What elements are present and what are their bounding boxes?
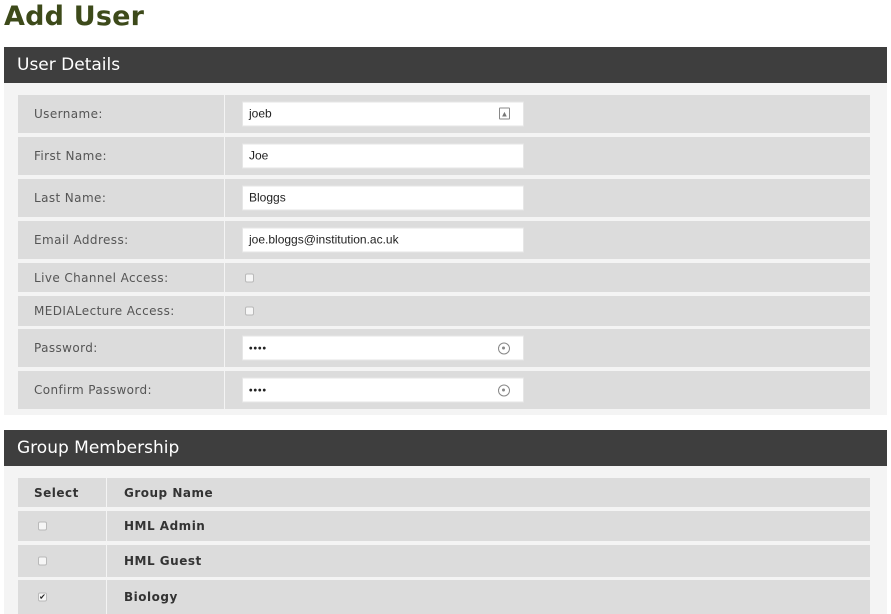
email-value: joe.bloggs@institution.ac.uk	[249, 232, 399, 247]
password-key-icon[interactable]	[498, 342, 510, 355]
page-title: Add User	[4, 1, 145, 32]
last-name-input[interactable]: Bloggs	[242, 185, 524, 211]
password-row: Password: ••••	[18, 329, 870, 367]
username-label: Username:	[18, 95, 225, 133]
group-membership-panel: Group Membership Select Group Name HML A…	[4, 430, 887, 614]
username-input[interactable]: joeb ▲	[242, 101, 524, 127]
table-row: HML Admin	[18, 511, 870, 541]
group-checkbox[interactable]	[38, 556, 47, 566]
email-row: Email Address: joe.bloggs@institution.ac…	[18, 221, 870, 259]
last-name-row: Last Name: Bloggs	[18, 179, 870, 217]
live-channel-row: Live Channel Access:	[18, 263, 870, 292]
password-input[interactable]: ••••	[242, 335, 524, 361]
user-details-header: User Details	[4, 47, 887, 83]
email-label: Email Address:	[18, 221, 225, 259]
live-channel-label: Live Channel Access:	[18, 263, 225, 292]
group-checkbox[interactable]	[38, 521, 47, 531]
username-row: Username: joeb ▲	[18, 95, 870, 133]
username-value: joeb	[249, 106, 272, 121]
select-column-header: Select	[34, 485, 79, 500]
medialecture-row: MEDIALecture Access:	[18, 296, 870, 326]
password-value: ••••	[249, 343, 268, 355]
group-name: HML Guest	[124, 554, 202, 568]
select-column-cell: Select	[18, 478, 107, 507]
group-name-column-header: Group Name	[124, 485, 214, 500]
select-cell	[18, 511, 107, 541]
table-row: ✔ Biology	[18, 580, 870, 614]
medialecture-label: MEDIALecture Access:	[18, 296, 225, 326]
group-checkbox[interactable]: ✔	[38, 592, 47, 602]
first-name-row: First Name: Joe	[18, 137, 870, 175]
last-name-value: Bloggs	[249, 190, 286, 205]
group-table-header: Select Group Name	[18, 478, 870, 507]
first-name-label: First Name:	[18, 137, 225, 175]
email-input[interactable]: joe.bloggs@institution.ac.uk	[242, 227, 524, 253]
confirm-password-label: Confirm Password:	[18, 371, 225, 409]
table-row: HML Guest	[18, 545, 870, 577]
password-label: Password:	[18, 329, 225, 367]
contact-card-icon[interactable]: ▲	[499, 107, 510, 120]
select-cell	[18, 545, 107, 577]
medialecture-checkbox[interactable]	[245, 306, 254, 316]
select-cell: ✔	[18, 580, 107, 614]
group-name: HML Admin	[124, 519, 206, 533]
confirm-password-value: ••••	[249, 385, 268, 397]
live-channel-checkbox[interactable]	[245, 273, 254, 282]
password-key-icon[interactable]	[498, 384, 510, 397]
confirm-password-input[interactable]: ••••	[242, 377, 524, 403]
first-name-input[interactable]: Joe	[242, 143, 524, 169]
first-name-value: Joe	[249, 148, 269, 163]
group-name: Biology	[124, 590, 178, 604]
group-membership-header: Group Membership	[4, 430, 887, 466]
user-details-panel: User Details Username: joeb ▲ First Name…	[4, 47, 887, 415]
last-name-label: Last Name:	[18, 179, 225, 217]
confirm-password-row: Confirm Password: ••••	[18, 371, 870, 409]
